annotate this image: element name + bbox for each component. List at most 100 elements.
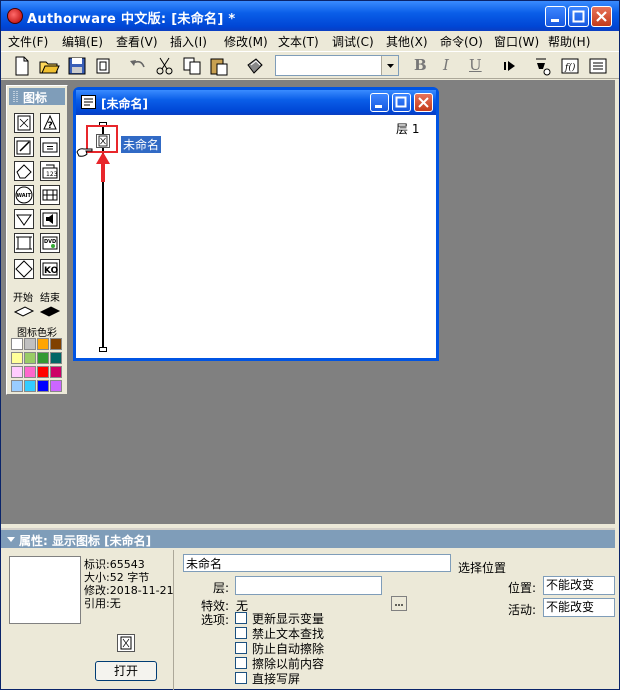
menu-text[interactable]: 文本(T) [278,33,319,50]
open-button[interactable]: 打开 [95,661,157,681]
display-icon-tool[interactable] [14,113,34,133]
update-variables-checkbox[interactable] [235,612,247,624]
decision-icon-tool[interactable] [14,259,34,279]
functions-button[interactable]: f() [559,55,581,77]
layer-input[interactable] [235,576,382,595]
position-select[interactable]: 不能改变 [543,576,615,595]
menu-modify[interactable]: 修改(M) [224,33,268,50]
save-button[interactable] [66,55,88,77]
color-swatch[interactable] [24,366,36,378]
color-swatch[interactable] [50,352,62,364]
wait-icon-tool[interactable]: WAIT [14,185,34,205]
save-icon [68,57,86,75]
direct-to-screen-checkbox[interactable] [235,672,247,684]
framework-icon-tool[interactable] [14,233,34,253]
icon-name-field[interactable]: 未命名 [183,554,451,572]
close-button[interactable] [591,6,612,27]
start-flag-label: 开始 [13,293,33,304]
font-select-arrow[interactable] [381,56,398,75]
bold-button[interactable]: B [414,56,427,74]
menu-debug[interactable]: 调试(C) [332,33,374,50]
app-logo-icon[interactable] [7,8,23,24]
flowline-window[interactable]: [未命名] 层 1 未命名 [73,87,439,361]
interaction-icon-tool[interactable]: ? [40,113,60,133]
movie-icon-tool[interactable] [40,185,60,205]
maximize-button[interactable] [568,6,589,27]
sound-icon-tool[interactable] [40,209,60,229]
erase-icon-tool[interactable] [14,161,34,181]
color-swatch[interactable] [24,352,36,364]
title-bar[interactable]: Authorware 中文版: [未命名] * [1,1,619,31]
color-swatch[interactable] [24,338,36,350]
minimize-button[interactable] [545,6,566,27]
color-swatch[interactable] [24,380,36,392]
variables-button[interactable] [587,55,609,77]
color-swatch[interactable] [11,380,23,392]
flowline-maximize-button[interactable] [392,93,411,112]
end-flag-icon[interactable] [39,304,61,318]
collapse-arrow-icon[interactable] [4,532,18,546]
color-swatch[interactable] [37,338,49,350]
open-file-button[interactable] [38,55,60,77]
color-swatch[interactable] [11,366,23,378]
copy-button[interactable] [181,55,203,77]
font-select[interactable] [275,55,399,76]
map-icon-tool[interactable]: 123 [40,161,60,181]
properties-header[interactable]: 属性: 显示图标 [未命名] [1,530,615,548]
menu-command[interactable]: 命令(O) [440,33,483,50]
knowledge-object-icon-tool[interactable]: KO [40,259,60,279]
color-swatch[interactable] [37,366,49,378]
color-swatch[interactable] [50,338,62,350]
cut-button[interactable] [154,55,176,77]
menu-help[interactable]: 帮助(H) [548,33,590,50]
flowline-minimize-button[interactable] [370,93,389,112]
erase-previous-checkbox[interactable] [235,657,247,669]
color-swatch[interactable] [37,352,49,364]
menu-view[interactable]: 查看(V) [116,33,158,50]
color-swatch[interactable] [11,338,23,350]
import-button[interactable] [92,55,114,77]
control-panel-button[interactable] [531,55,553,77]
restart-button[interactable] [499,55,521,77]
find-icon [247,58,263,74]
flowline-window-title-bar[interactable]: [未命名] [76,90,436,115]
activity-select[interactable]: 不能改变 [543,598,615,617]
direct-to-screen-label: 直接写屏 [252,672,301,686]
framework-icon [16,236,32,250]
navigate-icon-tool[interactable] [14,209,34,229]
flowline-close-button[interactable] [414,93,433,112]
layer-label: 层: [213,581,230,595]
menu-file[interactable]: 文件(F) [8,33,48,50]
new-file-button[interactable] [11,55,33,77]
flow-icon-label[interactable]: 未命名 [121,136,162,153]
paste-icon [210,58,228,76]
find-button[interactable] [244,55,266,77]
menu-other[interactable]: 其他(X) [386,33,428,50]
color-swatch[interactable] [37,380,49,392]
underline-button[interactable]: U [469,56,482,74]
prevent-text-search-checkbox[interactable] [235,627,247,639]
color-swatch[interactable] [50,366,62,378]
menu-insert[interactable]: 插入(I) [170,33,207,50]
color-swatch[interactable] [50,380,62,392]
calculation-icon-tool[interactable] [40,137,60,157]
color-swatch[interactable] [11,352,23,364]
icon-palette-header[interactable]: 图标 [9,88,65,105]
menu-edit[interactable]: 编辑(E) [62,33,103,50]
effect-browse-button[interactable] [391,596,407,611]
import-icon [96,58,110,74]
start-flag-icon[interactable] [13,304,35,318]
prevent-auto-erase-checkbox[interactable] [235,642,247,654]
open-folder-icon [39,61,60,74]
toolbar: B I U f() [1,51,619,79]
dvd-icon-tool[interactable]: DVD [40,233,60,253]
map-icon: 123 [42,164,58,179]
undo-button[interactable] [127,55,149,77]
motion-icon-tool[interactable] [14,137,34,157]
icon-reference-info: 引用:无 [84,597,121,610]
italic-button[interactable]: I [443,56,449,74]
menu-bar: 文件(F) 编辑(E) 查看(V) 插入(I) 修改(M) 文本(T) 调试(C… [1,31,619,51]
paste-button[interactable] [208,55,230,77]
position-label: 位置: [508,581,537,595]
menu-window[interactable]: 窗口(W) [494,33,539,50]
